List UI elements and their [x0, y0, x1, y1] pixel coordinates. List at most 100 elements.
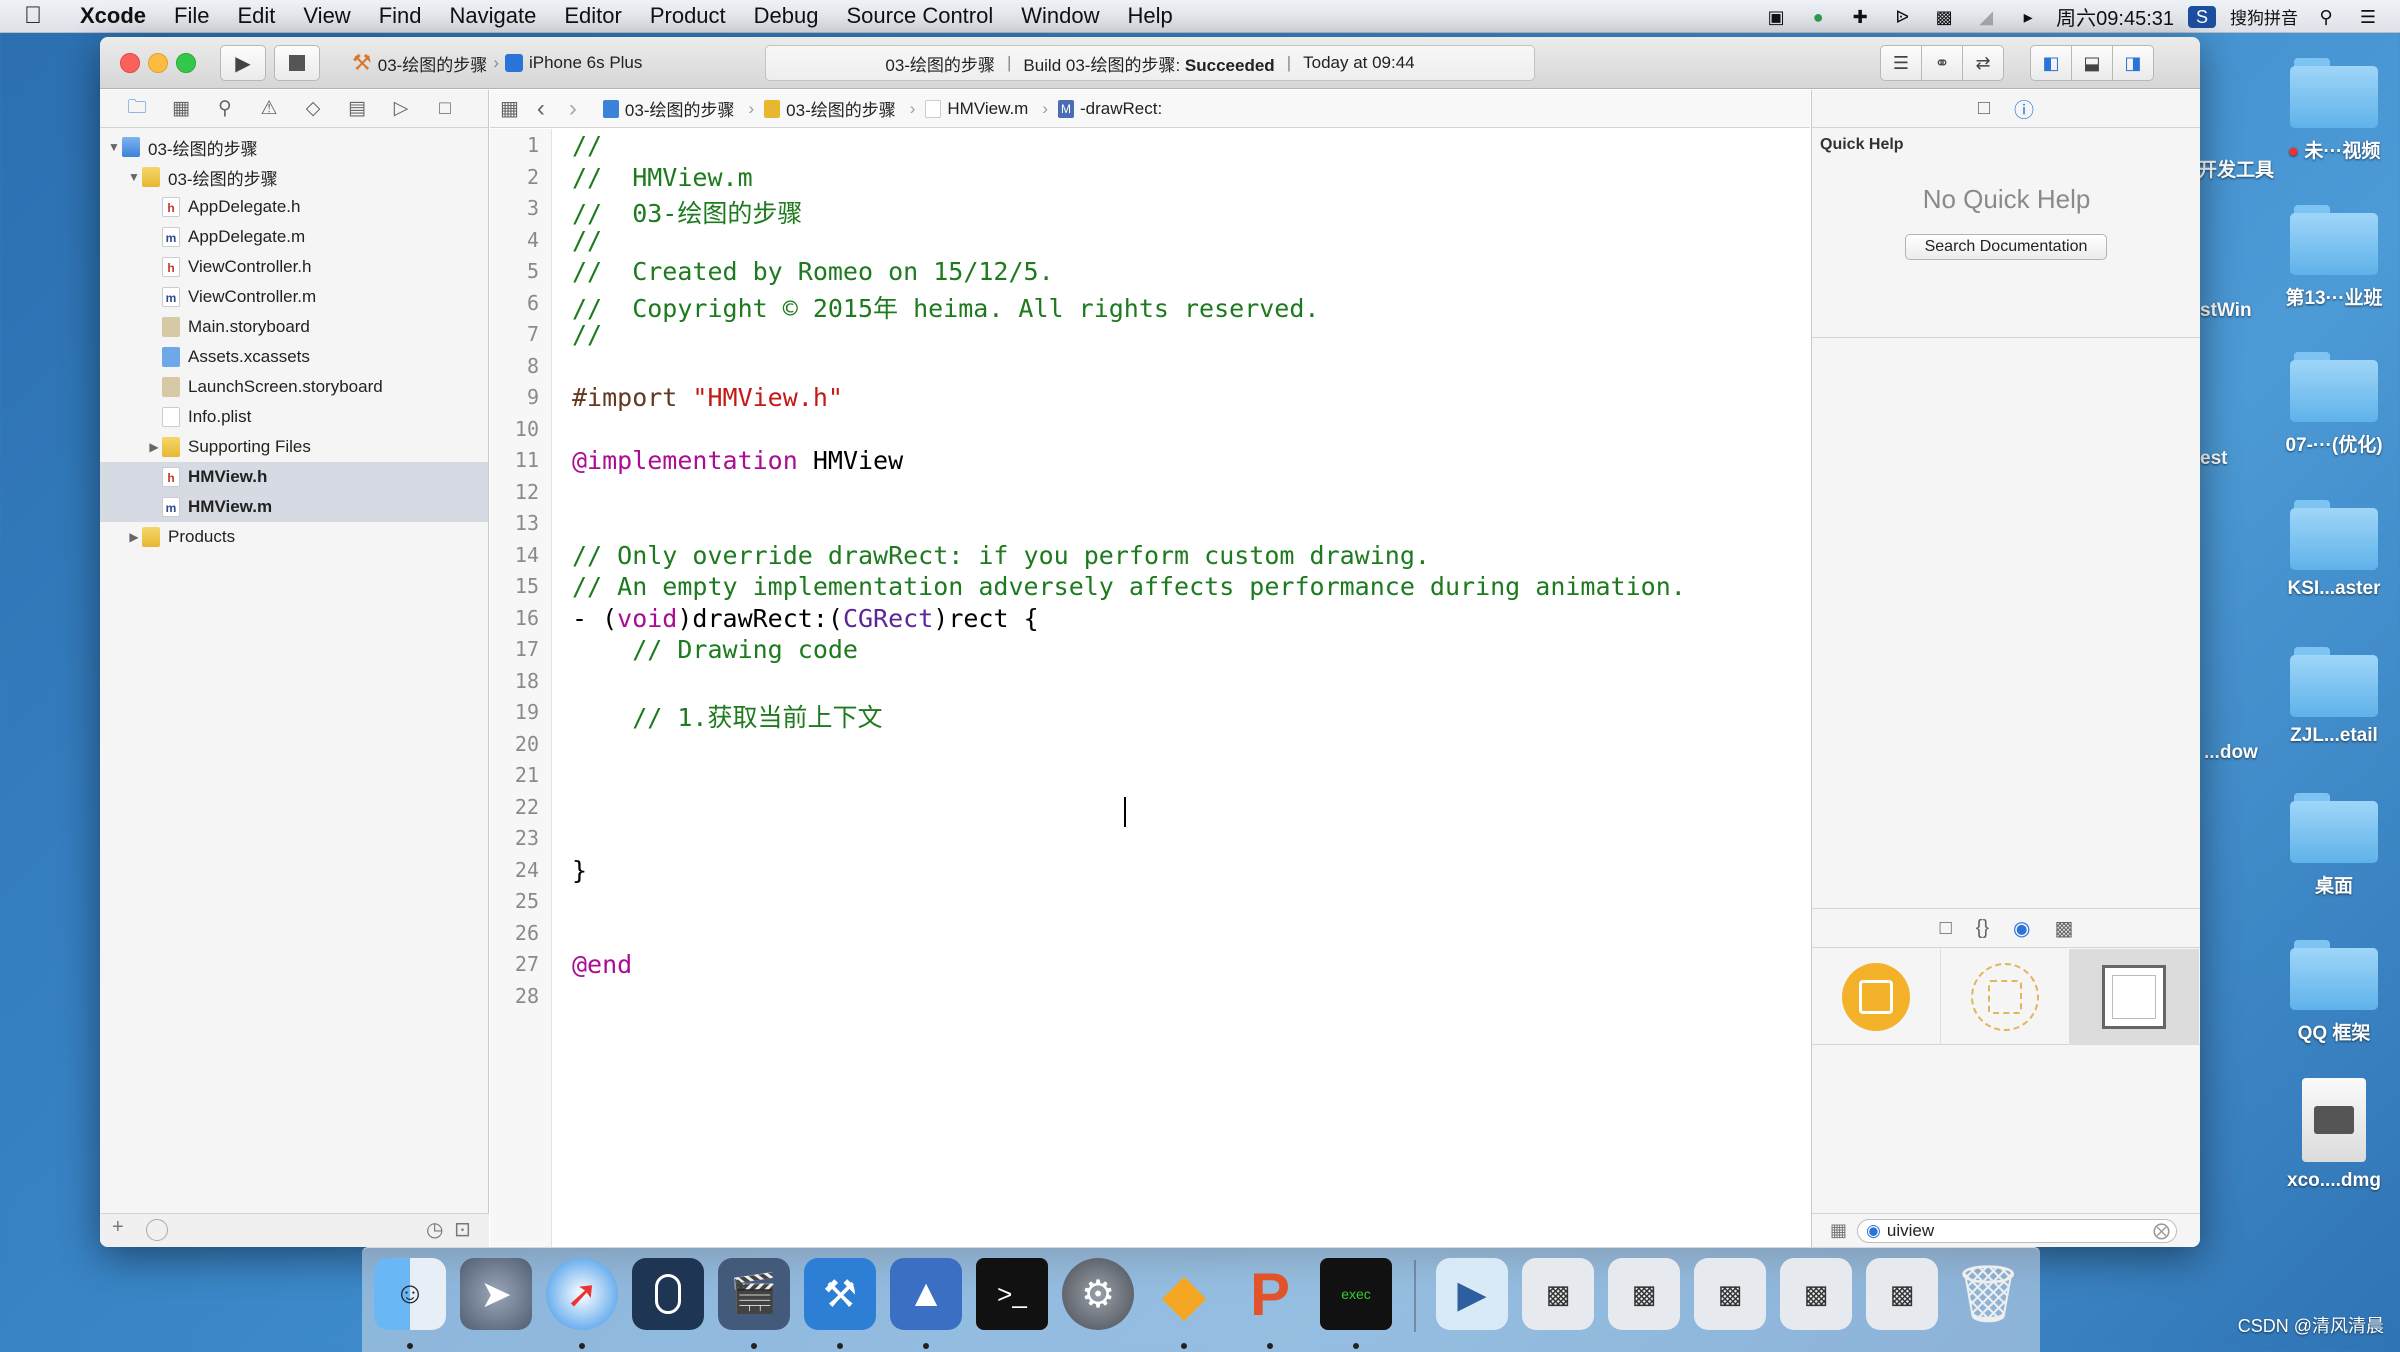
tree-item-file[interactable]: m AppDelegate.m [100, 222, 488, 252]
tree-item-file[interactable]: h ViewController.h [100, 252, 488, 282]
quick-help-icon[interactable]: ⓘ [2014, 94, 2034, 123]
instruments-icon[interactable]: ▲ [890, 1258, 962, 1330]
terminal-icon[interactable]: >_ [976, 1258, 1048, 1330]
tree-item-group[interactable]: ▶ Products [100, 522, 488, 552]
desktop-item[interactable]: ZJL...etail [2264, 647, 2400, 747]
issue-tab-icon[interactable]: ⚠ [254, 97, 284, 120]
desktop-partial-label[interactable]: est [2200, 448, 2227, 470]
screen-record-icon[interactable]: ▣ [1762, 6, 1790, 28]
status-app-icon[interactable]: ● [1804, 6, 1832, 28]
mouse-app-icon[interactable] [632, 1258, 704, 1330]
menu-window[interactable]: Window [1007, 3, 1113, 29]
input-method-label[interactable]: 搜狗拼音 [2230, 4, 2298, 29]
zoom-button[interactable] [176, 53, 196, 73]
video-app-icon[interactable]: 🎬 [718, 1258, 790, 1330]
wifi-icon[interactable]: ◢ [1972, 6, 2000, 28]
add-icon[interactable]: + [112, 1216, 124, 1239]
back-arrow-icon[interactable]: ‹ [537, 95, 545, 123]
menu-file[interactable]: File [160, 3, 223, 29]
media-library-icon[interactable]: ▩ [2055, 916, 2074, 941]
file-inspector-icon[interactable]: □ [1978, 97, 1990, 120]
volume-icon[interactable]: ▸ [2014, 6, 2042, 28]
minimized-window-icon[interactable]: ▩ [1780, 1258, 1852, 1330]
safari-icon[interactable]: ➚ [546, 1258, 618, 1330]
menu-edit[interactable]: Edit [223, 3, 289, 29]
trash-icon[interactable]: 🗑 [1952, 1258, 2024, 1330]
tree-item-file[interactable]: Info.plist [100, 402, 488, 432]
folder-tab-icon[interactable]: 🗀 [122, 93, 152, 125]
launchpad-icon[interactable]: ➤ [460, 1258, 532, 1330]
code-snippet-icon[interactable]: {} [1976, 917, 1989, 940]
system-preferences-icon[interactable]: ⚙ [1062, 1258, 1134, 1330]
report-tab-icon[interactable]: □ [430, 98, 460, 120]
clock[interactable]: 周六09:45:31 [2056, 2, 2174, 31]
jump-group[interactable]: 03-绘图的步骤 [764, 96, 896, 121]
grid-view-icon[interactable]: ▦ [1830, 1220, 1847, 1241]
finder-icon[interactable]: ☺ [374, 1258, 446, 1330]
menu-help[interactable]: Help [1114, 3, 1187, 29]
debug-tab-icon[interactable]: ▤ [342, 97, 372, 120]
menu-view[interactable]: View [289, 3, 364, 29]
run-button[interactable]: ▶ [220, 45, 266, 81]
toggle-utilities-button[interactable]: ◨ [2112, 45, 2154, 81]
tree-item-group[interactable]: ▶ Supporting Files [100, 432, 488, 462]
library-item[interactable] [2070, 949, 2199, 1045]
quicktime-icon[interactable]: ▶ [1436, 1258, 1508, 1330]
xcode-icon[interactable]: ⚒ [804, 1258, 876, 1330]
scm-filter-icon[interactable]: ⊡ [454, 1217, 471, 1242]
tree-item-group[interactable]: ▼ 03-绘图的步骤 [100, 162, 488, 192]
library-item[interactable] [1812, 949, 1941, 1045]
tree-item-file[interactable]: Assets.xcassets [100, 342, 488, 372]
bluetooth-icon[interactable]: ᐉ [1888, 6, 1916, 28]
menu-editor[interactable]: Editor [550, 3, 635, 29]
test-tab-icon[interactable]: ◇ [298, 97, 328, 120]
menu-product[interactable]: Product [636, 3, 740, 29]
tree-item-file[interactable]: h HMView.h [100, 462, 488, 492]
assistant-editor-button[interactable]: ⚭ [1921, 45, 1963, 81]
menu-source-control[interactable]: Source Control [833, 3, 1008, 29]
lock-icon[interactable]: ▩ [1930, 6, 1958, 28]
desktop-partial-label[interactable]: ...dow [2204, 742, 2258, 764]
standard-editor-button[interactable]: ☰ [1880, 45, 1922, 81]
notification-center-icon[interactable]: ☰ [2354, 6, 2382, 28]
minimize-button[interactable] [148, 53, 168, 73]
spotlight-icon[interactable]: ⚲ [2312, 6, 2340, 28]
filter-icon[interactable] [146, 1219, 168, 1241]
disclosure-open-icon[interactable]: ▼ [126, 170, 142, 184]
toggle-debug-area-button[interactable]: ⬓ [2071, 45, 2113, 81]
menu-debug[interactable]: Debug [740, 3, 833, 29]
desktop-item[interactable]: KSI...aster [2264, 500, 2400, 600]
desktop-partial-label[interactable]: stWin [2200, 300, 2252, 322]
desktop-item[interactable]: QQ 框架 [2264, 940, 2400, 1045]
jump-file[interactable]: HMView.m [925, 99, 1028, 119]
close-button[interactable] [120, 53, 140, 73]
version-editor-button[interactable]: ⇄ [1962, 45, 2004, 81]
desktop-item[interactable]: 第13···业班 [2264, 205, 2400, 310]
menu-find[interactable]: Find [365, 3, 436, 29]
desktop-partial-label[interactable]: 开发工具 [2198, 155, 2274, 182]
tree-item-file[interactable]: h AppDelegate.h [100, 192, 488, 222]
disclosure-open-icon[interactable]: ▼ [106, 140, 122, 154]
scheme-selector[interactable]: ⚒ 03-绘图的步骤 › iPhone 6s Plus [352, 45, 772, 81]
library-item[interactable] [1941, 949, 2070, 1045]
source-editor[interactable]: 1 2 3 4 5 6 7 8 9 10 11 12 13 14 15 16 17 18 19 20 21 22 23 24 2… [490, 129, 1810, 1247]
tree-item-file[interactable]: LaunchScreen.storyboard [100, 372, 488, 402]
desktop-item[interactable]: ● 未···视频 [2264, 58, 2400, 163]
disclosure-closed-icon[interactable]: ▶ [126, 530, 142, 544]
menu-navigate[interactable]: Navigate [436, 3, 551, 29]
file-template-icon[interactable]: □ [1940, 917, 1952, 940]
minimized-window-icon[interactable]: ▩ [1522, 1258, 1594, 1330]
forward-arrow-icon[interactable]: › [569, 95, 577, 123]
jump-project[interactable]: 03-绘图的步骤 [602, 96, 734, 121]
jump-method[interactable]: M -drawRect: [1058, 99, 1162, 119]
input-method-icon[interactable]: S [2188, 5, 2216, 28]
object-library-icon[interactable]: ◉ [2013, 916, 2030, 941]
desktop-item[interactable]: xco....dmg [2264, 1078, 2400, 1192]
airplane-icon[interactable]: ✚ [1846, 6, 1874, 28]
toggle-navigator-button[interactable]: ◧ [2030, 45, 2072, 81]
breakpoint-tab-icon[interactable]: ▷ [386, 97, 416, 120]
search-documentation-button[interactable]: Search Documentation [1905, 234, 2107, 260]
sketch-icon[interactable]: ◆ [1148, 1258, 1220, 1330]
minimized-window-icon[interactable]: ▩ [1866, 1258, 1938, 1330]
recent-files-icon[interactable]: ◷ [426, 1217, 443, 1242]
